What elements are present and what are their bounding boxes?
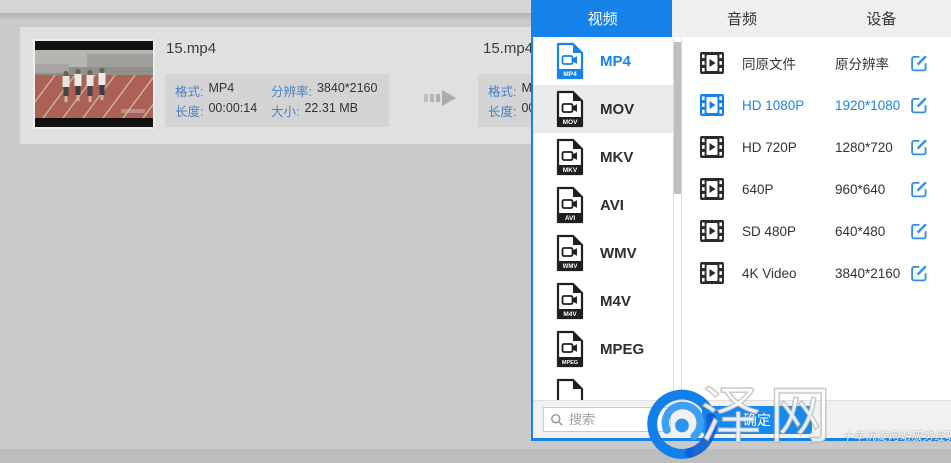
- quality-row-hd720p[interactable]: HD 720P 1280*720: [682, 126, 951, 168]
- format-item-mpeg[interactable]: MPEG MPEG: [533, 325, 673, 373]
- quality-name: 640P: [742, 182, 835, 197]
- format-item-mp4[interactable]: MP4 MP4: [533, 37, 673, 85]
- format-item-label: MP4: [600, 53, 631, 70]
- quality-row-sd480p[interactable]: SD 480P 640*480: [682, 210, 951, 252]
- quality-resolution: 640*480: [835, 224, 909, 239]
- file-format-icon: MKV: [555, 138, 585, 176]
- size-value: 22.31 MB: [304, 101, 358, 120]
- convert-arrow-icon: [424, 90, 460, 106]
- quality-resolution: 1280*720: [835, 140, 909, 155]
- duration-label: 长度:: [175, 101, 203, 120]
- quality-list: 同原文件 原分辨率 HD 1080P 192: [682, 37, 951, 400]
- dest-file-title: 15.mp4: [483, 40, 533, 57]
- quality-name: 同原文件: [742, 53, 835, 73]
- format-item-avi[interactable]: AVI AVI: [533, 181, 673, 229]
- search-icon: [550, 413, 564, 427]
- popup-footer: 确定: [533, 400, 951, 438]
- format-label: 格式:: [175, 81, 203, 100]
- quality-row-original[interactable]: 同原文件 原分辨率: [682, 42, 951, 84]
- edit-settings-button[interactable]: [909, 53, 929, 73]
- format-picker-body: MP4 MP4 MOV MOV: [533, 37, 951, 400]
- format-item-mkv[interactable]: MKV MKV: [533, 133, 673, 181]
- format-item-label: M4V: [600, 293, 631, 310]
- duration-label: 长度:: [488, 101, 516, 120]
- size-label: 大小:: [271, 101, 299, 120]
- svg-text:MP4: MP4: [563, 71, 577, 78]
- edit-settings-button[interactable]: [909, 95, 929, 115]
- video-thumbnail: [33, 39, 155, 129]
- quality-resolution: 原分辨率: [835, 53, 909, 73]
- format-label: 格式:: [488, 81, 516, 100]
- edit-icon: [909, 137, 929, 157]
- svg-text:MKV: MKV: [563, 167, 578, 174]
- quality-resolution: 3840*2160: [835, 266, 909, 281]
- format-value: MP4: [208, 81, 234, 100]
- tab-audio[interactable]: 音频: [672, 0, 811, 37]
- resolution-value: 3840*2160: [317, 81, 377, 100]
- edit-settings-button[interactable]: [909, 137, 929, 157]
- format-item-label: MOV: [600, 101, 634, 118]
- edit-icon: [909, 53, 929, 73]
- format-item-mov[interactable]: MOV MOV: [533, 85, 673, 133]
- edit-icon: [909, 179, 929, 199]
- format-list: MP4 MP4 MOV MOV: [533, 37, 673, 400]
- format-item-label: MPEG: [600, 341, 644, 358]
- search-input[interactable]: [569, 412, 664, 427]
- scrollbar-thumb[interactable]: [674, 42, 681, 194]
- file-format-icon: WMV: [555, 234, 585, 272]
- quality-row-4k[interactable]: 4K Video 3840*2160: [682, 252, 951, 294]
- quality-resolution: 960*640: [835, 182, 909, 197]
- svg-text:M4V: M4V: [563, 311, 577, 318]
- quality-name: HD 1080P: [742, 98, 835, 113]
- film-strip-icon: [698, 262, 726, 284]
- edit-icon: [909, 95, 929, 115]
- film-strip-icon: [698, 178, 726, 200]
- ok-button[interactable]: 确定: [702, 406, 812, 434]
- file-format-icon: AVI: [555, 186, 585, 224]
- edit-settings-button[interactable]: [909, 179, 929, 199]
- resolution-label: 分辨率:: [271, 81, 312, 100]
- edit-icon: [909, 263, 929, 283]
- duration-value: 00:00:14: [208, 101, 257, 120]
- format-search-box[interactable]: [543, 407, 671, 432]
- quality-row-640p[interactable]: 640P 960*640: [682, 168, 951, 210]
- svg-text:WMV: WMV: [563, 264, 578, 270]
- file-format-icon: [555, 378, 585, 400]
- format-item-label: AVI: [600, 197, 624, 214]
- video-thumbnail-image: [35, 41, 153, 127]
- source-file-title: 15.mp4: [166, 40, 216, 57]
- quality-name: HD 720P: [742, 140, 835, 155]
- svg-text:MOV: MOV: [563, 119, 578, 126]
- file-format-icon: MOV: [555, 90, 585, 128]
- film-strip-icon: [698, 136, 726, 158]
- format-item-label: MKV: [600, 149, 633, 166]
- tab-video[interactable]: 视频: [533, 0, 672, 37]
- format-item-wmv[interactable]: WMV WMV: [533, 229, 673, 277]
- quality-resolution: 1920*1080: [835, 98, 909, 113]
- quality-row-hd1080p[interactable]: HD 1080P 1920*1080: [682, 84, 951, 126]
- format-picker-tabs: 视频 音频 设备: [533, 0, 951, 37]
- edit-settings-button[interactable]: [909, 221, 929, 241]
- film-strip-icon: [698, 220, 726, 242]
- window-bottom-bar: [0, 449, 951, 463]
- tab-device[interactable]: 设备: [812, 0, 951, 37]
- format-picker-popup: 视频 音频 设备 MP4 MP4: [531, 0, 951, 441]
- edit-icon: [909, 221, 929, 241]
- format-item-label: WMV: [600, 245, 637, 262]
- format-item-partial[interactable]: [533, 373, 673, 400]
- quality-name: 4K Video: [742, 266, 835, 281]
- file-format-icon: MPEG: [555, 330, 585, 368]
- format-list-scrollbar[interactable]: [673, 37, 682, 400]
- source-file-info: 格式: MP4 分辨率: 3840*2160 长度: 00:00:14 大小: …: [165, 74, 389, 127]
- quality-name: SD 480P: [742, 224, 835, 239]
- file-format-icon: M4V: [555, 282, 585, 320]
- thumbnail-watermark: [121, 109, 145, 113]
- svg-text:MPEG: MPEG: [562, 360, 578, 366]
- film-strip-icon: [698, 94, 726, 116]
- file-format-icon: MP4: [555, 42, 585, 80]
- edit-settings-button[interactable]: [909, 263, 929, 283]
- film-strip-icon: [698, 52, 726, 74]
- svg-text:AVI: AVI: [565, 215, 576, 222]
- format-item-m4v[interactable]: M4V M4V: [533, 277, 673, 325]
